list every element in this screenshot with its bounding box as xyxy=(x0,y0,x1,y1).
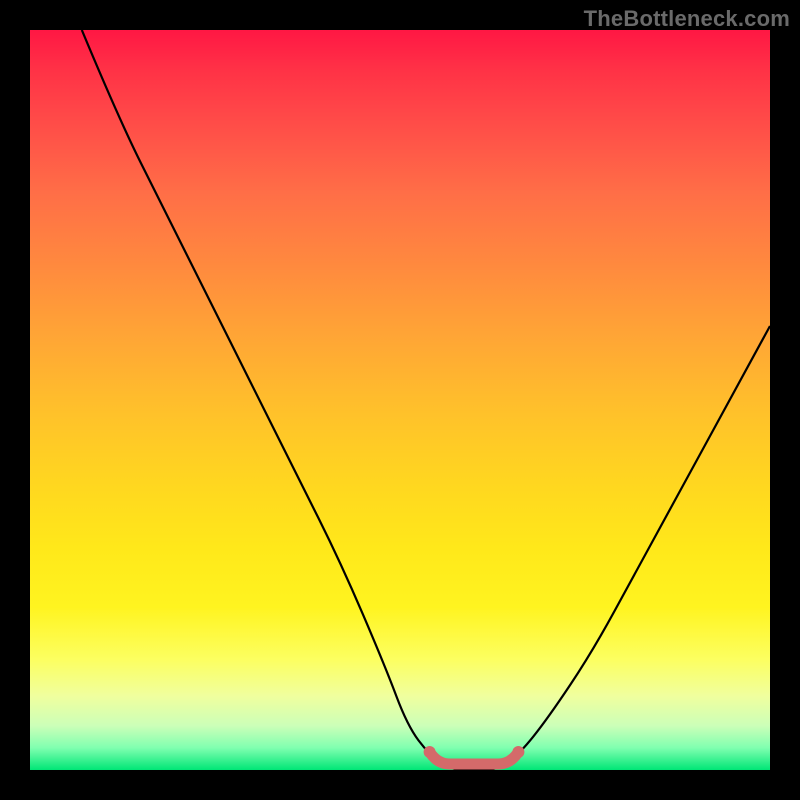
watermark-text: TheBottleneck.com xyxy=(584,6,790,32)
curve-svg xyxy=(30,30,770,770)
highlight-dot-left xyxy=(424,746,436,758)
plot-area xyxy=(30,30,770,770)
highlight-dot-right xyxy=(512,746,524,758)
bottleneck-curve xyxy=(82,30,770,770)
chart-container: TheBottleneck.com xyxy=(0,0,800,800)
minimum-highlight xyxy=(430,752,519,764)
